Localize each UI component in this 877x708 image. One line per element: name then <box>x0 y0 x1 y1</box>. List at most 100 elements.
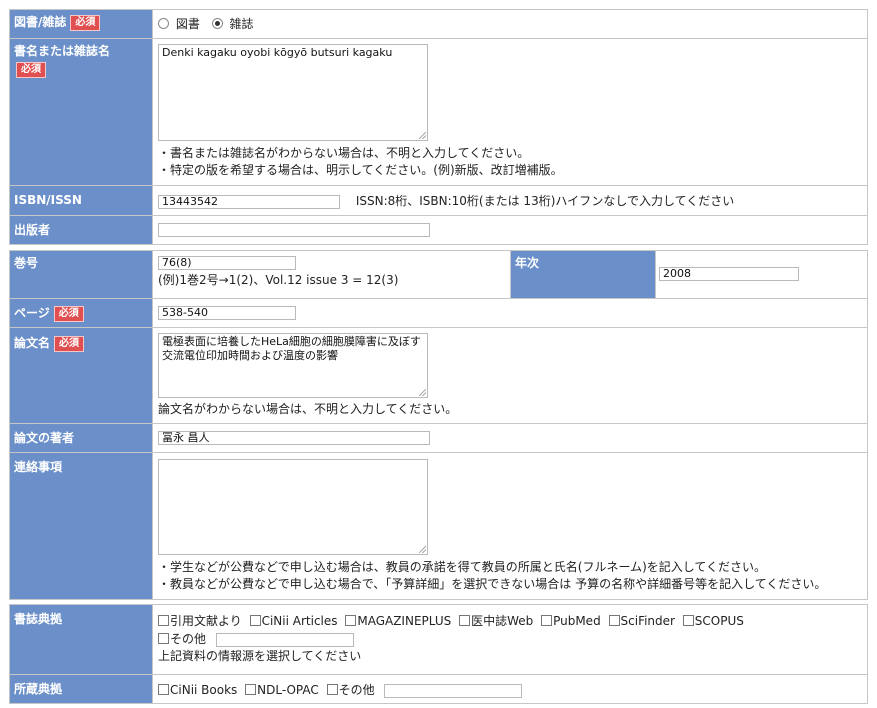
checkbox-source-other-label[interactable]: その他 <box>170 632 206 646</box>
title-label: 書名または雑誌名 <box>14 44 111 58</box>
checkbox-ichushi-web-label[interactable]: 医中誌Web <box>471 614 533 628</box>
checkbox-holding-other[interactable] <box>326 684 338 695</box>
author-label: 論文の著者 <box>14 431 75 445</box>
title-value-cell: Denki kagaku oyobi kōgyō butsuri kagaku … <box>152 38 868 186</box>
required-badge: 必須 <box>70 15 101 31</box>
article-note: 論文名がわからない場合は、不明と入力してください。 <box>158 402 458 416</box>
page-input[interactable]: 538-540 <box>158 306 296 320</box>
type-label-cell: 図書/雑誌 必須 <box>9 9 153 39</box>
contact-note-2: ・教員などが公費などで申し込む場合で、「予算詳細」を選択できない場合は 予算の名… <box>158 577 827 591</box>
title-row: 書名または雑誌名 必須 Denki kagaku oyobi kōgyō buts… <box>9 38 868 186</box>
type-value-cell: 図書 雑誌 <box>152 9 868 39</box>
volume-label: 巻号 <box>14 256 39 270</box>
required-badge: 必須 <box>53 306 84 322</box>
checkbox-cinii-books[interactable] <box>158 684 169 695</box>
page-label: ページ <box>14 306 50 320</box>
year-value-cell: 2008 <box>655 250 868 299</box>
radio-book[interactable] <box>158 18 169 29</box>
required-badge: 必須 <box>16 62 46 78</box>
holding-label: 所蔵典拠 <box>14 682 63 696</box>
article-title-textarea[interactable]: 電極表面に培養したHeLa細胞の細胞膜障害に及ぼす交流電位印加時間および温度の影… <box>158 333 428 398</box>
checkbox-cinii-articles[interactable] <box>249 615 261 626</box>
resize-grip-icon[interactable] <box>419 389 426 396</box>
resize-grip-icon[interactable] <box>419 546 426 553</box>
isbn-hint: ISSN:8桁、ISBN:10桁(または 13桁)ハイフンなしで入力してください <box>355 194 735 208</box>
author-value-cell: 冨永 昌人 <box>152 423 868 453</box>
required-badge: 必須 <box>54 336 85 352</box>
checkbox-citation[interactable] <box>158 615 169 626</box>
year-label-cell: 年次 <box>510 250 656 299</box>
isbn-label-cell: ISBN/ISSN <box>9 185 153 216</box>
isbn-input-value: 13443542 <box>162 194 218 208</box>
author-input[interactable]: 冨永 昌人 <box>158 431 430 445</box>
resize-grip-icon[interactable] <box>419 132 426 139</box>
type-label: 図書/雑誌 <box>14 15 67 29</box>
checkbox-scifinder-label[interactable]: SciFinder <box>621 614 675 628</box>
checkbox-scopus-label[interactable]: SCOPUS <box>695 614 744 628</box>
year-label: 年次 <box>515 256 540 270</box>
contact-row: 連絡事項 ・学生などが公費などで申し込む場合は、教員の承諾を得て教員の所属と氏名… <box>9 452 868 600</box>
page-value-cell: 538-540 <box>152 298 868 328</box>
source-checkbox-group: 引用文献より CiNii Articles MAGAZINEPLUS 医中誌We… <box>158 612 867 630</box>
volume-input-value: 76(8) <box>162 256 192 269</box>
author-label-cell: 論文の著者 <box>9 423 153 453</box>
source-label-cell: 書誌典拠 <box>9 604 153 675</box>
checkbox-ndl-opac-label[interactable]: NDL-OPAC <box>257 683 319 697</box>
holding-other-input[interactable] <box>384 683 523 698</box>
volume-hint: (例)1巻2号→1(2)、Vol.12 issue 3 = 12(3) <box>158 273 399 287</box>
source-other-group: その他 <box>158 630 867 648</box>
request-form-table-1: 図書/雑誌 必須 図書 雑誌 書名または雑誌名 必須 Denki kagaku oy… <box>9 9 868 245</box>
author-input-value: 冨永 昌人 <box>162 431 210 444</box>
source-label: 書誌典拠 <box>14 612 63 626</box>
request-form-table-2: 巻号 76(8) (例)1巻2号→1(2)、Vol.12 issue 3 = 1… <box>9 250 868 600</box>
article-title-textarea-value: 電極表面に培養したHeLa細胞の細胞膜障害に及ぼす交流電位印加時間および温度の影… <box>162 335 421 362</box>
checkbox-scopus[interactable] <box>682 615 694 626</box>
article-label-cell: 論文名 必須 <box>9 327 153 424</box>
checkbox-scifinder[interactable] <box>608 615 620 626</box>
title-note-2: ・特定の版を希望する場合は、明示してください。(例)新版、改訂増補版。 <box>158 163 563 177</box>
contact-value-cell: ・学生などが公費などで申し込む場合は、教員の承諾を得て教員の所属と氏名(フルネー… <box>152 452 868 600</box>
checkbox-magazineplus-label[interactable]: MAGAZINEPLUS <box>357 614 451 628</box>
isbn-input[interactable]: 13443542 <box>158 194 340 209</box>
publisher-value-cell <box>152 215 868 245</box>
volume-value-cell: 76(8) (例)1巻2号→1(2)、Vol.12 issue 3 = 12(3… <box>152 250 511 299</box>
checkbox-cinii-articles-label[interactable]: CiNii Articles <box>262 614 338 628</box>
title-textarea-value: Denki kagaku oyobi kōgyō butsuri kagaku <box>162 46 393 59</box>
contact-label-cell: 連絡事項 <box>9 452 153 600</box>
title-note-1: ・書名または雑誌名がわからない場合は、不明と入力してください。 <box>158 146 530 160</box>
checkbox-ichushi-web[interactable] <box>459 615 471 626</box>
checkbox-pubmed-label[interactable]: PubMed <box>553 614 601 628</box>
type-row: 図書/雑誌 必須 図書 雑誌 <box>9 9 868 39</box>
author-row: 論文の著者 冨永 昌人 <box>9 423 868 453</box>
checkbox-pubmed[interactable] <box>541 615 553 626</box>
holding-value-cell: CiNii Books NDL-OPAC その他 <box>152 674 868 704</box>
source-other-input[interactable] <box>215 632 354 647</box>
checkbox-citation-label[interactable]: 引用文献より <box>170 614 242 628</box>
checkbox-cinii-books-label[interactable]: CiNii Books <box>170 683 237 697</box>
isbn-value-cell: 13443542 ISSN:8桁、ISBN:10桁(または 13桁)ハイフンなし… <box>152 185 868 216</box>
isbn-label: ISBN/ISSN <box>14 193 82 207</box>
volume-input[interactable]: 76(8) <box>158 256 296 270</box>
contact-textarea[interactable] <box>158 459 428 555</box>
year-input[interactable]: 2008 <box>659 267 799 281</box>
publisher-input[interactable] <box>158 223 430 237</box>
title-textarea[interactable]: Denki kagaku oyobi kōgyō butsuri kagaku <box>158 44 428 141</box>
publisher-label-cell: 出版者 <box>9 215 153 245</box>
contact-note-1: ・学生などが公費などで申し込む場合は、教員の承諾を得て教員の所属と氏名(フルネー… <box>158 560 767 574</box>
contact-label: 連絡事項 <box>14 460 63 474</box>
checkbox-source-other[interactable] <box>158 633 169 644</box>
checkbox-holding-other-label[interactable]: その他 <box>339 683 375 697</box>
page-label-cell: ページ 必須 <box>9 298 153 328</box>
article-value-cell: 電極表面に培養したHeLa細胞の細胞膜障害に及ぼす交流電位印加時間および温度の影… <box>152 327 868 424</box>
isbn-row: ISBN/ISSN 13443542 ISSN:8桁、ISBN:10桁(または … <box>9 185 868 216</box>
radio-journal[interactable] <box>211 18 223 29</box>
checkbox-magazineplus[interactable] <box>345 615 357 626</box>
year-input-value: 2008 <box>663 267 691 280</box>
radio-book-label[interactable]: 図書 <box>176 17 200 31</box>
holding-row: 所蔵典拠 CiNii Books NDL-OPAC その他 <box>9 674 868 704</box>
volume-row: 巻号 76(8) (例)1巻2号→1(2)、Vol.12 issue 3 = 1… <box>9 250 868 299</box>
holding-label-cell: 所蔵典拠 <box>9 674 153 704</box>
radio-journal-label[interactable]: 雑誌 <box>230 17 254 31</box>
checkbox-ndl-opac[interactable] <box>245 684 257 695</box>
source-row: 書誌典拠 引用文献より CiNii Articles MAGAZINEPLUS … <box>9 604 868 675</box>
